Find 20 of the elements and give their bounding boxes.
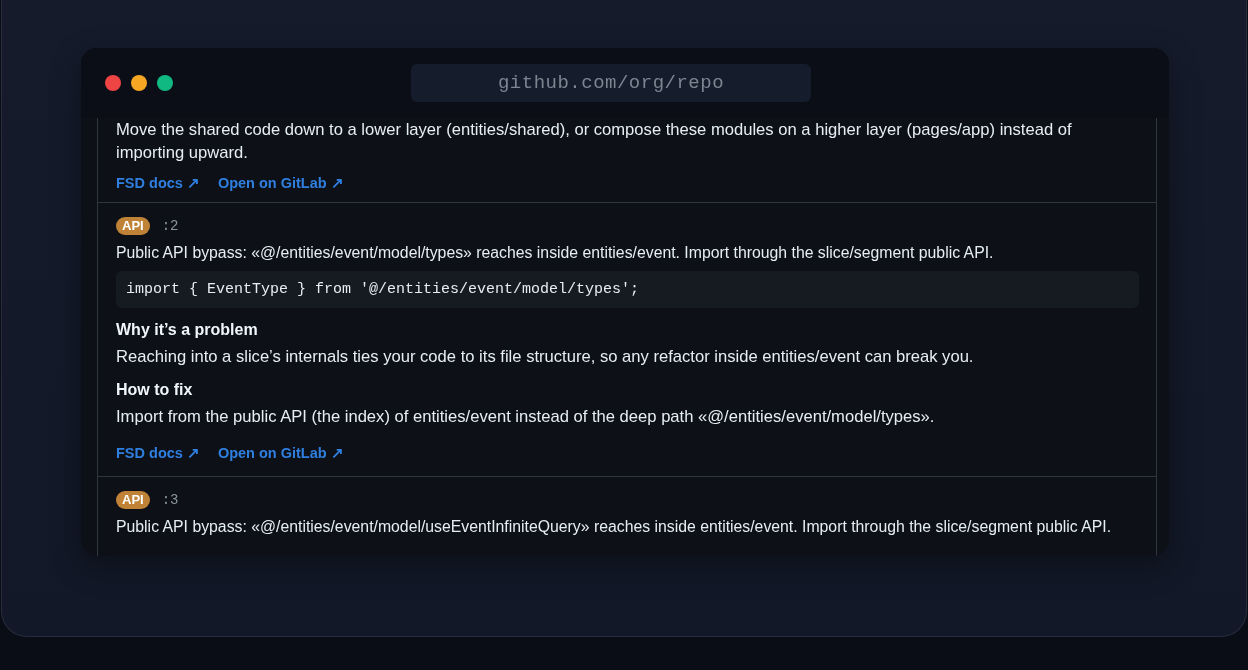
line-number: :3: [161, 491, 179, 509]
external-link[interactable]: FSD docs ↗: [116, 445, 200, 461]
external-link[interactable]: Open on GitLab ↗: [217, 175, 344, 191]
code-snippet: import { EventType } from '@/entities/event/model/types';: [116, 271, 1139, 308]
section-heading: How to fix: [116, 380, 194, 400]
issue-message: Public API bypass: «@/entities/event/model/useEventInfiniteQuery» reaches inside entities/event. Import through the slice/segment public API.: [116, 517, 1113, 537]
issue-message: Public API bypass: «@/entities/event/model/types» reaches inside entities/event. Import through the slice/segment public API.: [116, 243, 995, 263]
close-dot-icon[interactable]: [105, 75, 121, 91]
address-bar[interactable]: github.com/org/repo: [411, 64, 811, 102]
section-text: Reaching into a slice’s internals ties your code to its file structure, so any refactor inside entities/event can break you.: [116, 346, 975, 368]
section-text: Move the shared code down to a lower layer (entities/shared), or compose these modules on a higher layer (pages/app) instead of importing upward.: [116, 119, 1073, 164]
section-heading: Why it’s a problem: [116, 320, 259, 340]
minimize-dot-icon[interactable]: [131, 75, 147, 91]
zoom-dot-icon[interactable]: [157, 75, 173, 91]
external-link[interactable]: FSD docs ↗: [116, 175, 200, 191]
line-number: :2: [161, 217, 179, 235]
rule-badge: API: [116, 217, 150, 235]
section-text: Import from the public API (the index) of entities/event instead of the deep path «@/entities/event/model/types».: [116, 406, 936, 428]
rule-badge: API: [116, 491, 150, 509]
external-link[interactable]: Open on GitLab ↗: [217, 445, 344, 461]
